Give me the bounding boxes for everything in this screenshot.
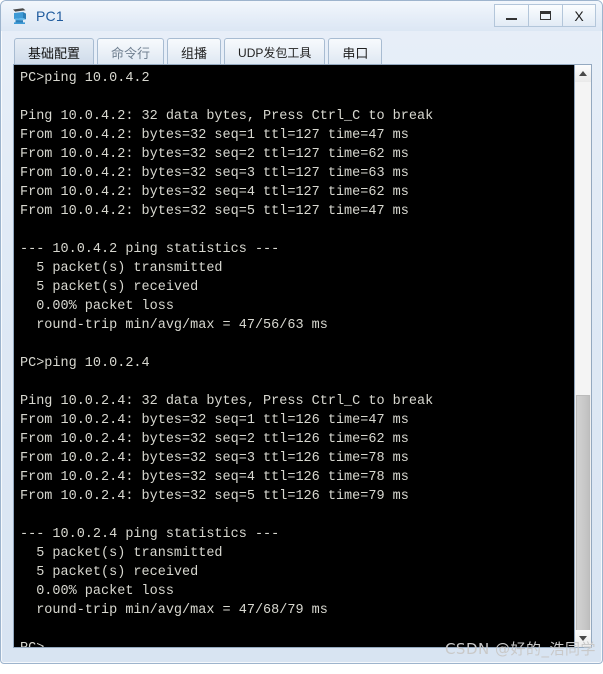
terminal-line: PC>ping 10.0.2.4 — [20, 356, 150, 371]
tab-multicast[interactable]: 组播 — [167, 38, 222, 65]
chevron-up-icon — [579, 71, 587, 76]
minimize-button[interactable] — [494, 4, 528, 27]
terminal-line: 5 packet(s) transmitted — [20, 546, 223, 561]
terminal-line: From 10.0.2.4: bytes=32 seq=5 ttl=126 ti… — [20, 489, 409, 504]
terminal-line: --- 10.0.4.2 ping statistics --- — [20, 242, 280, 257]
maximize-icon — [540, 11, 551, 20]
tab-serial-port[interactable]: 串口 — [328, 38, 383, 65]
terminal-line: From 10.0.4.2: bytes=32 seq=1 ttl=127 ti… — [20, 128, 409, 143]
window-controls: X — [494, 4, 596, 27]
window-title: PC1 — [36, 7, 64, 24]
terminal-line: From 10.0.2.4: bytes=32 seq=3 ttl=126 ti… — [20, 451, 409, 466]
terminal-line: round-trip min/avg/max = 47/56/63 ms — [20, 318, 328, 333]
terminal-line: From 10.0.2.4: bytes=32 seq=2 ttl=126 ti… — [20, 432, 409, 447]
pc1-window: PC1 X 基础配置 命令行 组播 UDP发包工具 串口 PC>ping 10.… — [0, 0, 603, 664]
maximize-button[interactable] — [528, 4, 562, 27]
pc-device-icon — [10, 6, 30, 26]
tab-basic-config[interactable]: 基础配置 — [14, 38, 95, 65]
minimize-icon — [506, 18, 517, 20]
tab-label: 串口 — [342, 45, 369, 61]
scroll-down-button[interactable] — [575, 630, 591, 647]
close-button[interactable]: X — [562, 4, 596, 27]
close-icon: X — [574, 7, 584, 24]
tab-label: 基础配置 — [28, 45, 81, 61]
terminal-line: Ping 10.0.4.2: 32 data bytes, Press Ctrl… — [20, 109, 434, 124]
tab-label: 命令行 — [111, 45, 151, 61]
terminal-line: 5 packet(s) transmitted — [20, 261, 223, 276]
terminal-line: From 10.0.4.2: bytes=32 seq=4 ttl=127 ti… — [20, 185, 409, 200]
terminal-line: From 10.0.2.4: bytes=32 seq=1 ttl=126 ti… — [20, 413, 409, 428]
tab-label: UDP发包工具 — [238, 45, 312, 60]
terminal-line: round-trip min/avg/max = 47/68/79 ms — [20, 603, 328, 618]
tab-udp-tool[interactable]: UDP发包工具 — [224, 38, 326, 65]
title-bar[interactable]: PC1 X — [1, 1, 602, 31]
terminal-line: 5 packet(s) received — [20, 565, 199, 580]
terminal-line: --- 10.0.2.4 ping statistics --- — [20, 527, 280, 542]
terminal-line: PC> — [20, 639, 574, 647]
scrollbar-thumb[interactable] — [576, 395, 590, 641]
terminal-line: 0.00% packet loss — [20, 584, 174, 599]
terminal-output[interactable]: PC>ping 10.0.4.2 Ping 10.0.4.2: 32 data … — [14, 65, 574, 647]
terminal-line: From 10.0.4.2: bytes=32 seq=3 ttl=127 ti… — [20, 166, 409, 181]
tab-command-line[interactable]: 命令行 — [97, 38, 165, 65]
page-background — [0, 664, 603, 674]
scroll-up-button[interactable] — [575, 65, 591, 82]
terminal-panel: PC>ping 10.0.4.2 Ping 10.0.4.2: 32 data … — [13, 64, 592, 648]
terminal-line: 0.00% packet loss — [20, 299, 174, 314]
terminal-line: PC>ping 10.0.4.2 — [20, 71, 150, 86]
tab-label: 组播 — [181, 45, 208, 61]
terminal-line: Ping 10.0.2.4: 32 data bytes, Press Ctrl… — [20, 394, 434, 409]
scrollbar-track[interactable] — [575, 82, 591, 395]
terminal-line: 5 packet(s) received — [20, 280, 199, 295]
terminal-line: From 10.0.2.4: bytes=32 seq=4 ttl=126 ti… — [20, 470, 409, 485]
tab-strip: 基础配置 命令行 组播 UDP发包工具 串口 — [10, 33, 593, 65]
chevron-down-icon — [579, 636, 587, 641]
terminal-line: From 10.0.4.2: bytes=32 seq=2 ttl=127 ti… — [20, 147, 409, 162]
terminal-scrollbar[interactable] — [574, 65, 591, 647]
terminal-line: From 10.0.4.2: bytes=32 seq=5 ttl=127 ti… — [20, 204, 409, 219]
